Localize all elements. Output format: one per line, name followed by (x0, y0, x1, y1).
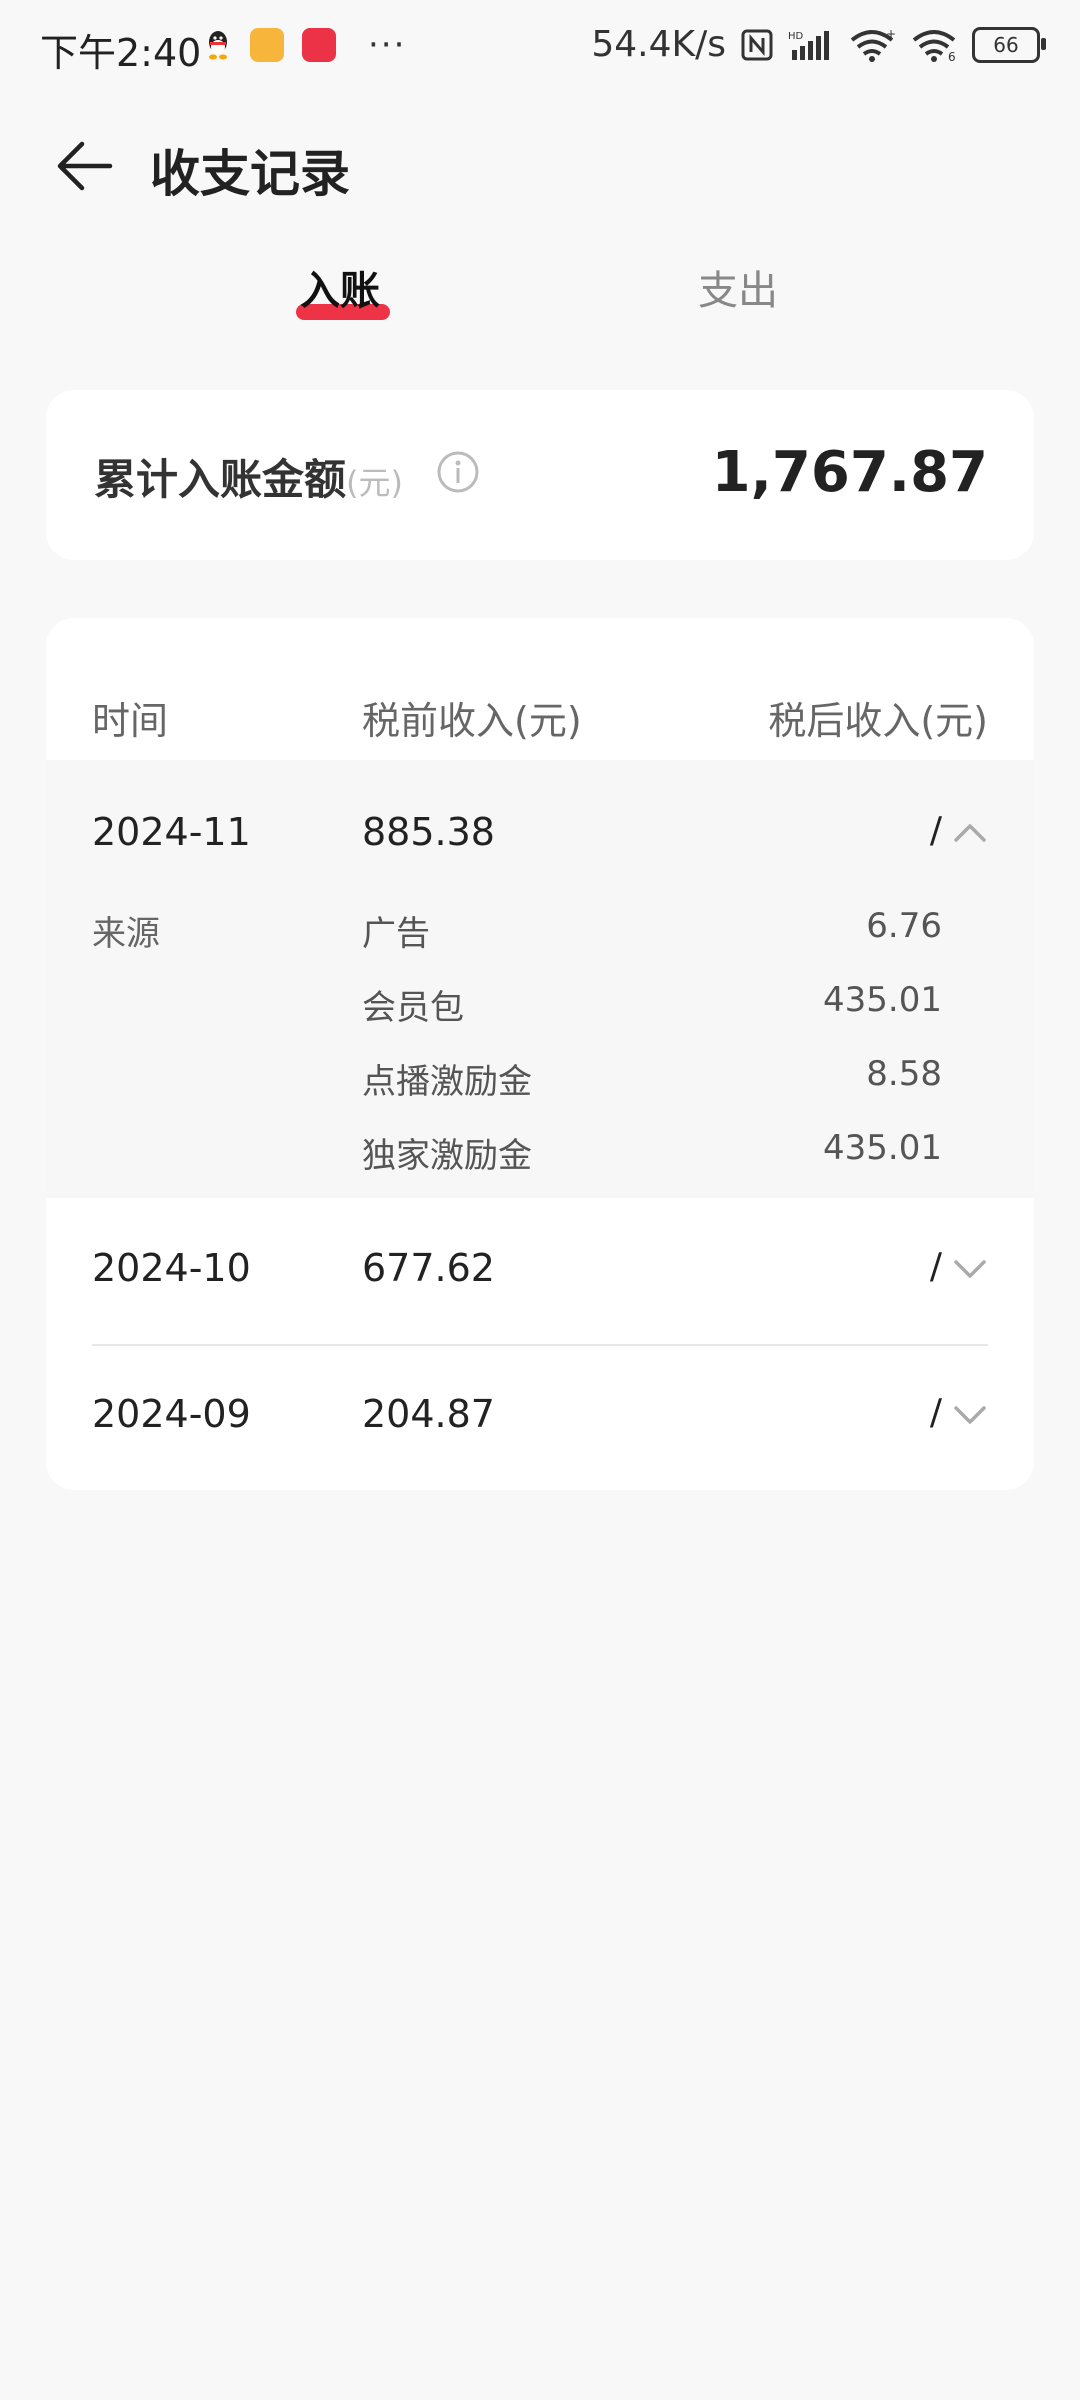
row-month: 2024-10 (92, 1246, 251, 1290)
summary-unit: (元) (346, 464, 403, 502)
nfc-icon (741, 29, 773, 60)
red-app-icon (302, 28, 336, 62)
notification-icons: ··· (204, 28, 406, 62)
chevron-down-icon[interactable] (952, 1404, 988, 1428)
source-value: 435.01 (823, 1128, 942, 1168)
svg-text:+: + (886, 28, 896, 41)
row-pre-tax: 885.38 (362, 810, 495, 854)
network-speed: 54.4K/s (591, 24, 726, 65)
source-name: 点播激励金 (362, 1062, 532, 1102)
row-month: 2024-09 (92, 1392, 251, 1436)
column-header-pre-tax: 税前收入(元) (362, 699, 582, 743)
source-label: 来源 (92, 914, 160, 954)
battery-icon: 66 (972, 26, 1046, 63)
summary-amount: 1,767.87 (711, 440, 988, 505)
column-header-post-tax: 税后收入(元) (768, 699, 988, 743)
status-time: 下午2:40 (40, 31, 202, 75)
page-title: 收支记录 (150, 145, 350, 203)
back-arrow-icon[interactable] (52, 134, 116, 198)
row-pre-tax: 204.87 (362, 1392, 495, 1436)
app-header: 收支记录 (0, 110, 1080, 220)
chevron-up-icon[interactable] (952, 820, 988, 844)
row-post-tax: / (929, 810, 942, 851)
wifi-icon: + (850, 28, 896, 62)
qq-icon (204, 28, 232, 62)
row-post-tax: / (929, 1246, 942, 1287)
source-value: 435.01 (823, 980, 942, 1020)
wifi-6-icon: 6 (912, 29, 956, 62)
summary-label-text: 累计入账金额 (94, 455, 347, 504)
more-notifications-icon: ··· (368, 25, 407, 65)
source-value: 6.76 (866, 906, 942, 946)
row-pre-tax: 677.62 (362, 1246, 495, 1290)
column-header-time: 时间 (92, 699, 169, 743)
tab-expense[interactable]: 支出 (698, 258, 778, 316)
tab-bar: 入账 支出 (0, 250, 1080, 330)
income-table: 时间 税前收入(元) 税后收入(元) 2024-11 885.38 / 来源 广… (46, 618, 1034, 1490)
info-icon[interactable] (436, 450, 480, 494)
table-row[interactable]: 2024-09 204.87 / (46, 1346, 1034, 1490)
row-month: 2024-11 (92, 810, 251, 854)
source-value: 8.58 (866, 1054, 942, 1094)
summary-label: 累计入账金额(元) (94, 446, 403, 507)
row-post-tax: / (929, 1392, 942, 1433)
summary-card: 累计入账金额(元) 1,767.87 (46, 390, 1034, 560)
svg-text:HD: HD (788, 31, 804, 42)
tab-income[interactable]: 入账 (300, 258, 380, 316)
table-row-expanded[interactable]: 2024-11 885.38 / 来源 广告 6.76 会员包 435.01 点… (46, 760, 1034, 1198)
signal-icon: HD (788, 30, 829, 60)
source-name: 会员包 (362, 988, 464, 1028)
table-row[interactable]: 2024-10 677.62 / (46, 1198, 1034, 1344)
source-name: 广告 (362, 914, 430, 954)
chevron-down-icon[interactable] (952, 1258, 988, 1282)
svg-text:6: 6 (948, 50, 956, 62)
note-app-icon (250, 28, 284, 62)
status-bar: 下午2:40 ··· 54.4K/s HD + 6 66 (0, 0, 1080, 96)
source-name: 独家激励金 (362, 1136, 532, 1176)
